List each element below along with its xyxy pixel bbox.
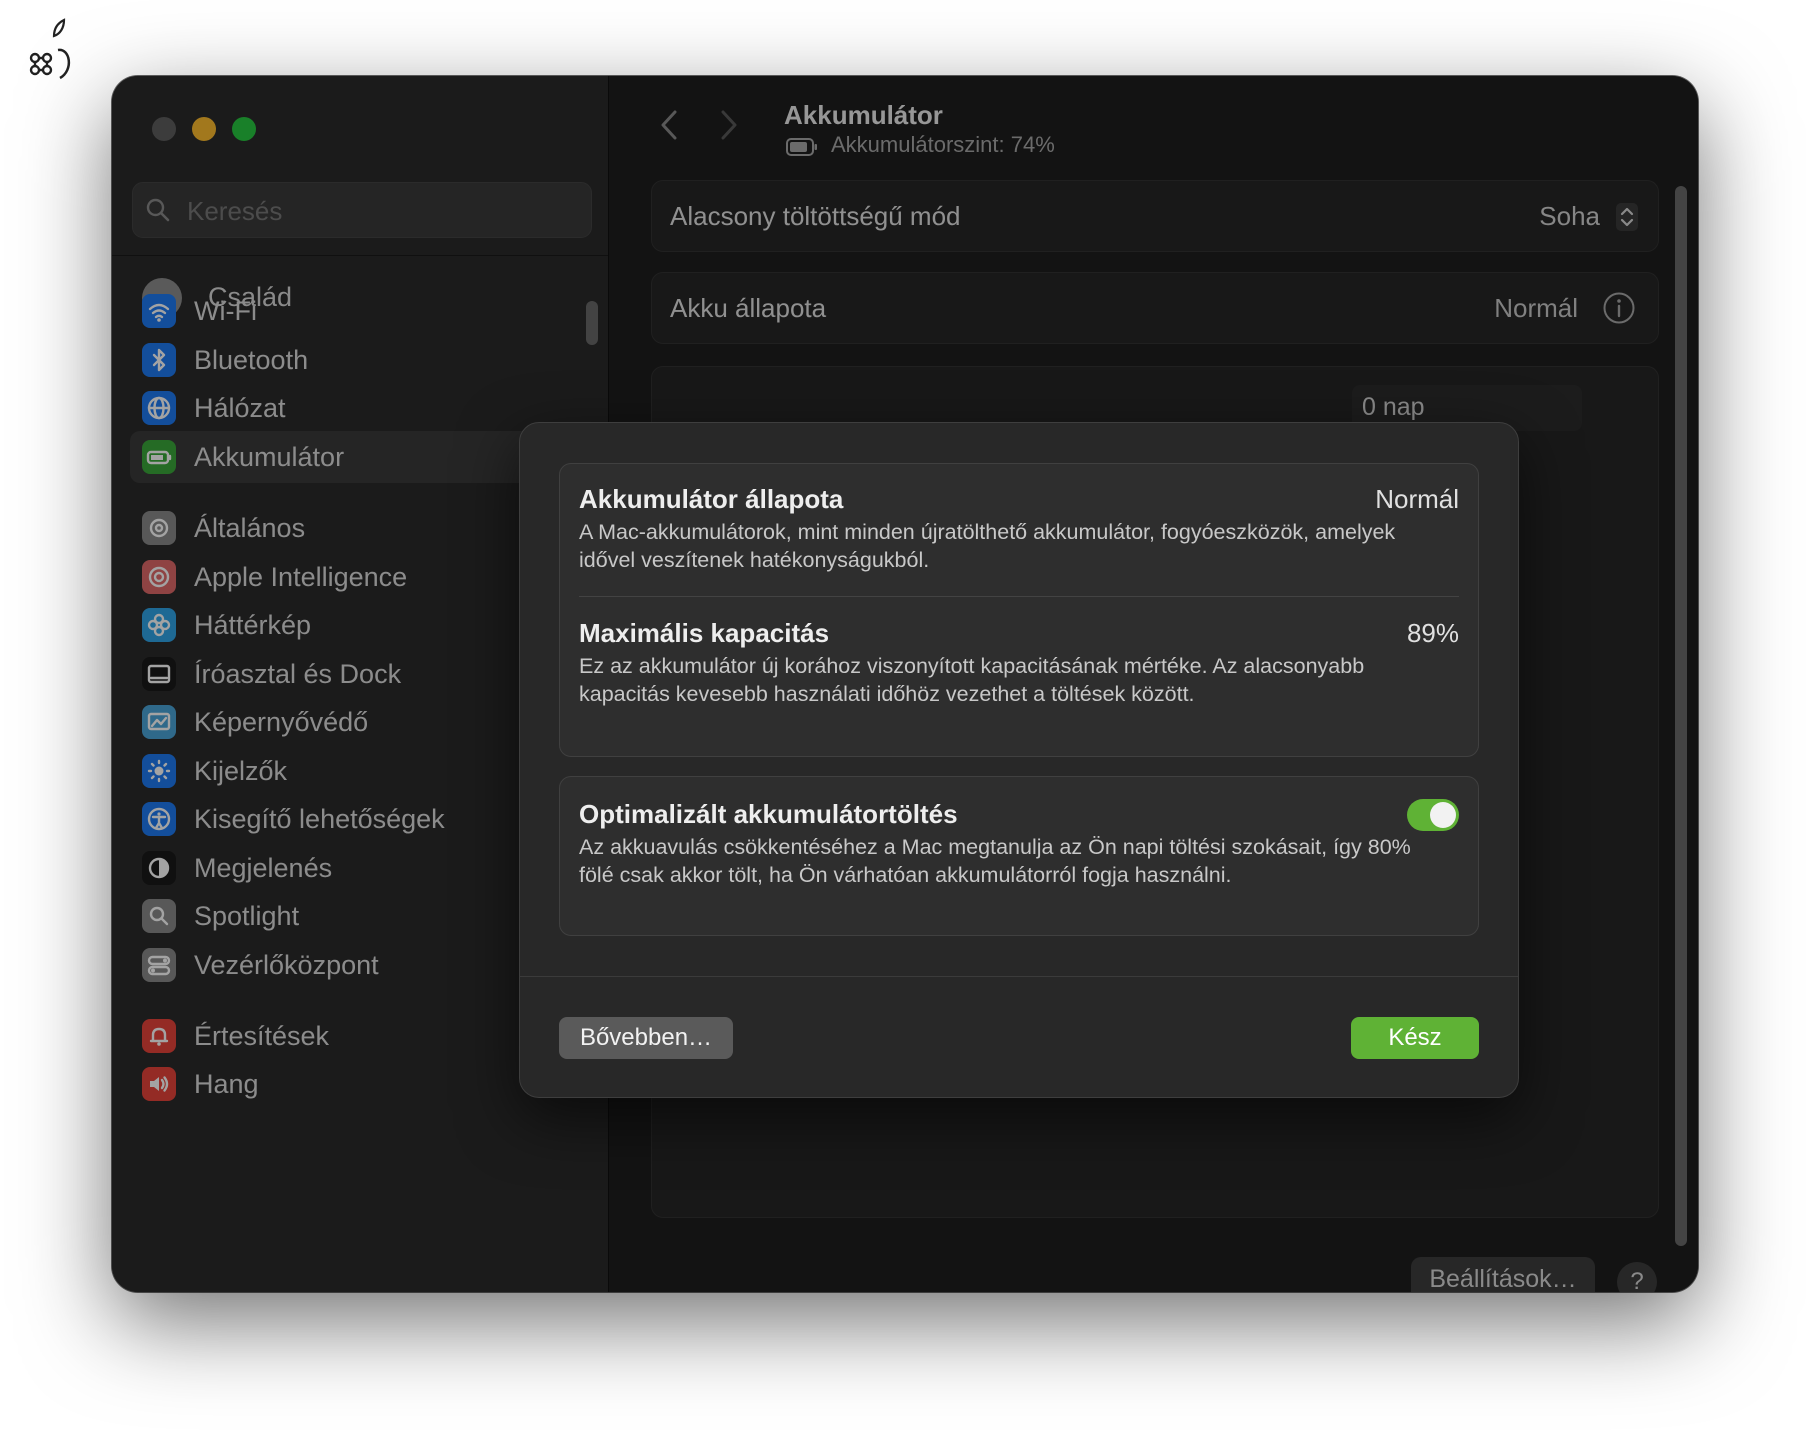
optimized-charging-description: Az akkuavulás csökkentéséhez a Mac megta… xyxy=(579,835,1411,887)
dialog-capacity-title: Maximális kapacitás xyxy=(579,618,830,648)
done-button[interactable]: Kész xyxy=(1351,1017,1479,1059)
battery-health-dialog: Akkumulátor állapota Normál A Mac-akkumu… xyxy=(519,422,1519,1098)
optimized-charging-card: Optimalizált akkumulátortöltés Az akkuav… xyxy=(559,776,1479,936)
apple-command-logo-icon xyxy=(29,18,70,80)
toggle-knob xyxy=(1430,802,1456,828)
dialog-divider xyxy=(579,596,1459,597)
dialog-capacity-value: 89% xyxy=(1406,618,1459,648)
optimized-charging-title: Optimalizált akkumulátortöltés xyxy=(579,799,958,829)
dialog-health-title: Akkumulátor állapota xyxy=(579,484,844,514)
dialog-health-value: Normál xyxy=(1375,484,1459,514)
learn-more-button[interactable]: Bővebben… xyxy=(559,1017,733,1059)
dialog-capacity-description: Ez az akkumulátor új korához viszonyítot… xyxy=(579,654,1365,706)
system-settings-window: Család Wi-FiBluetoothHálózatAkkumulátorÁ… xyxy=(112,76,1698,1292)
dialog-health-description: A Mac-akkumulátorok, mint minden újratöl… xyxy=(579,520,1396,572)
optimized-charging-toggle[interactable] xyxy=(1407,799,1459,831)
battery-info-card: Akkumulátor állapota Normál A Mac-akkumu… xyxy=(559,463,1479,757)
dialog-footer-divider xyxy=(520,976,1518,977)
